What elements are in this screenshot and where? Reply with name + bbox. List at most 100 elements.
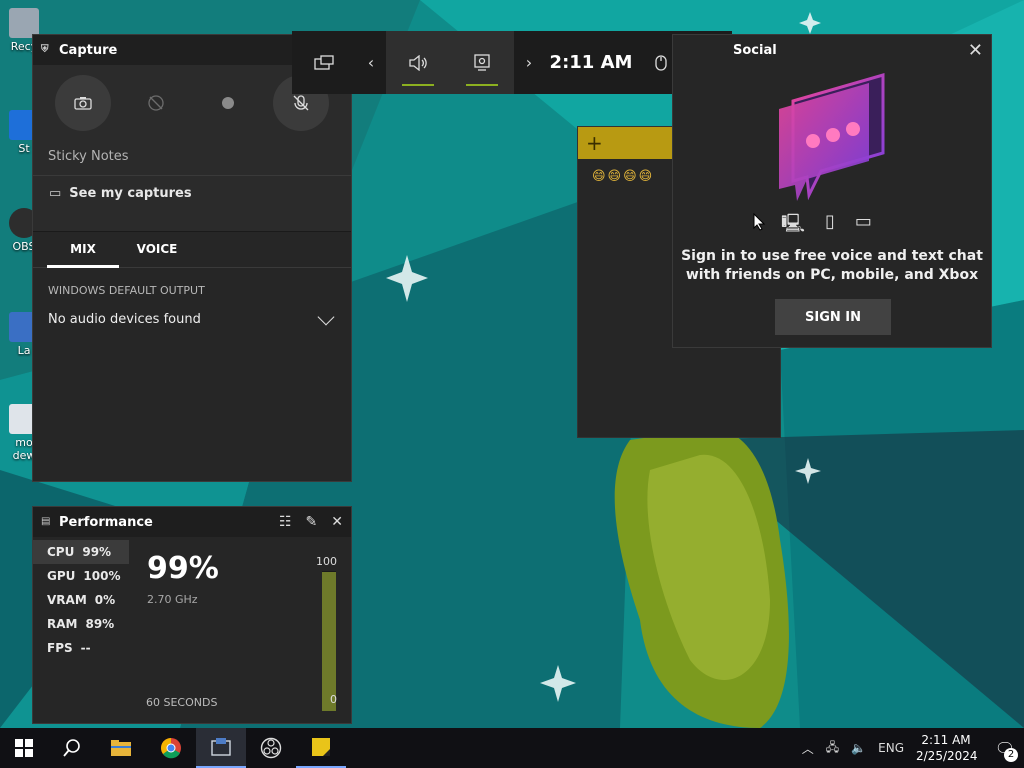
desktop-icon-label: St: [18, 142, 30, 155]
close-icon[interactable]: ✕: [968, 40, 983, 61]
language-indicator[interactable]: ENG: [878, 741, 904, 755]
metric-value: 99%: [82, 545, 112, 559]
metric-fps[interactable]: FPS --: [33, 636, 129, 660]
taskbar-game-bar[interactable]: [196, 728, 246, 768]
record-last-30-button[interactable]: [128, 75, 184, 131]
taskbar-time: 2:11 AM: [921, 733, 971, 747]
output-device-value: No audio devices found: [48, 312, 201, 327]
metric-label: FPS: [47, 641, 73, 655]
xbox-console-icon: ▭: [854, 211, 872, 232]
speaker-icon: [409, 54, 427, 71]
capture-icon: [474, 53, 490, 71]
game-bar-app-icon: [211, 738, 231, 756]
usage-graph-fill: [322, 572, 336, 711]
performance-widget-icon: ▤: [41, 516, 51, 527]
add-note-button[interactable]: +: [586, 131, 603, 155]
performance-body: CPU 99% GPU 100% VRAM 0% RAM 89% FPS -- 99% 2…: [33, 537, 351, 723]
system-tray: ︿ 🖧 🔈 ENG 2:11 AM 2/25/2024 🗨 2: [796, 728, 1024, 768]
game-bar: ‹ › 2:11 AM ⚙: [292, 31, 732, 94]
pc-icon: 🖳: [781, 213, 806, 234]
chrome-icon: [161, 738, 181, 759]
audio-widget-button[interactable]: [386, 31, 450, 94]
cpu-frequency: 2.70 GHz: [147, 593, 198, 606]
social-title-bar[interactable]: Social ✕: [673, 35, 991, 65]
see-my-captures-label: See my captures: [69, 186, 192, 201]
close-icon[interactable]: ✕: [331, 514, 343, 530]
output-device-label: WINDOWS DEFAULT OUTPUT: [48, 284, 205, 297]
gallery-icon: ▭: [49, 186, 62, 201]
graph-min-label: 0: [330, 693, 337, 706]
sticky-notes-label: Sticky Notes: [48, 149, 129, 164]
taskbar-sticky-notes[interactable]: [296, 728, 346, 768]
taskbar-file-explorer[interactable]: [96, 728, 146, 768]
network-icon[interactable]: 🖧: [826, 738, 839, 759]
performance-widget: ▤ Performance ☷ ✎ ✕ CPU 99% GPU 100% VRAM 0…: [32, 506, 352, 724]
metric-ram[interactable]: RAM 89%: [33, 612, 129, 636]
chat-bubble-icon: [779, 73, 885, 201]
see-my-captures-link[interactable]: ▭ See my captures: [33, 175, 351, 211]
record-last-icon: [148, 95, 164, 111]
game-bar-clock: 2:11 AM: [549, 52, 633, 73]
options-icon[interactable]: ☷: [279, 514, 292, 530]
search-button[interactable]: [48, 728, 96, 768]
windows-logo-icon: [15, 739, 33, 757]
taskbar-obs[interactable]: [246, 728, 296, 768]
metric-value: 89%: [85, 617, 115, 631]
capture-widget-icon: ⛨: [41, 44, 49, 55]
start-recording-button[interactable]: [200, 75, 256, 131]
capture-widget-button[interactable]: [450, 31, 514, 94]
next-button[interactable]: ›: [514, 31, 544, 94]
mic-off-icon: [293, 95, 309, 111]
widget-menu-button[interactable]: [292, 31, 356, 94]
performance-title: Performance: [59, 514, 153, 530]
sticky-notes-icon: [312, 738, 330, 756]
metric-gpu[interactable]: GPU 100%: [33, 564, 129, 588]
taskbar-clock[interactable]: 2:11 AM 2/25/2024: [916, 732, 978, 764]
tab-mix[interactable]: MIX: [47, 232, 119, 268]
camera-icon: [74, 97, 92, 110]
screenshot-button[interactable]: [55, 75, 112, 131]
device-icons: 🖳 ▯ ▭: [781, 211, 872, 241]
social-widget: Social ✕ 🖳 ▯ ▭ Sign in to use free voice…: [672, 34, 992, 348]
mouse-cursor-icon: [753, 213, 765, 231]
metric-value: --: [80, 641, 91, 655]
performance-title-bar[interactable]: ▤ Performance ☷ ✎ ✕: [33, 507, 351, 537]
graph-duration-label: 60 SECONDS: [146, 696, 218, 709]
chevron-left-icon: ‹: [367, 53, 375, 72]
pin-icon[interactable]: ✎: [306, 514, 318, 530]
start-button[interactable]: [0, 728, 48, 768]
tab-voice[interactable]: VOICE: [119, 232, 195, 267]
metric-value: 0%: [94, 593, 116, 607]
desktop-icon-label: La: [17, 344, 31, 357]
capture-widget: ⛨ Capture Sticky Notes ▭ See my captures…: [32, 34, 352, 482]
metric-value: 100%: [83, 569, 121, 583]
action-center-button[interactable]: 🗨 2: [986, 739, 1024, 762]
social-signin-message: Sign in to use free voice and text chat …: [681, 248, 983, 283]
metric-label: GPU: [47, 569, 76, 583]
chevron-up-icon[interactable]: ︿: [802, 740, 814, 757]
selected-metric-value: 99%: [147, 551, 219, 586]
metric-label: VRAM: [47, 593, 87, 607]
metric-vram[interactable]: VRAM 0%: [33, 588, 129, 612]
notification-count: 2: [1004, 747, 1018, 762]
obs-icon: [260, 737, 282, 759]
performance-metric-list: CPU 99% GPU 100% VRAM 0% RAM 89% FPS --: [33, 540, 129, 660]
search-icon: [63, 739, 80, 757]
taskbar-date: 2/25/2024: [916, 749, 978, 763]
chevron-right-icon: ›: [525, 53, 533, 72]
sign-in-button[interactable]: SIGN IN: [775, 299, 891, 335]
chevron-down-icon: [317, 308, 335, 325]
metric-label: RAM: [47, 617, 78, 631]
record-icon: [222, 97, 235, 109]
mouse-icon: [655, 54, 667, 71]
taskbar: ︿ 🖧 🔈 ENG 2:11 AM 2/25/2024 🗨 2: [0, 728, 1024, 768]
social-title: Social: [733, 42, 777, 58]
capture-title: Capture: [59, 42, 118, 58]
metric-cpu[interactable]: CPU 99%: [33, 540, 129, 564]
output-device-dropdown[interactable]: No audio devices found: [33, 306, 351, 333]
taskbar-chrome[interactable]: [146, 728, 196, 768]
previous-button[interactable]: ‹: [356, 31, 386, 94]
volume-muted-icon[interactable]: 🔈: [851, 741, 866, 755]
audio-tabs: MIX VOICE: [33, 232, 351, 268]
mobile-icon: ▯: [825, 211, 835, 232]
